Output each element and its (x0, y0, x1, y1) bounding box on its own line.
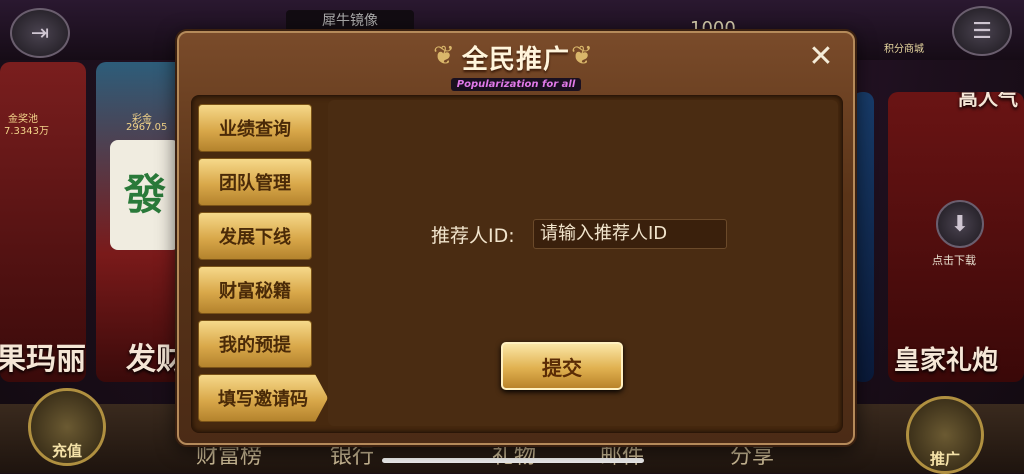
player-name: 犀牛镜像 (286, 10, 414, 32)
referrer-id-input[interactable] (533, 219, 727, 249)
submit-button[interactable]: 提交 (501, 342, 623, 390)
modal-subtitle-text: Popularization for all (450, 78, 582, 91)
promotion-modal: ❦ ❦ 全民推广 Popularization for all ✕ 业绩查询 团… (177, 31, 855, 445)
jackpot-value: 7.3343万 (4, 126, 49, 137)
recharge-label: 充值 (51, 442, 82, 460)
game-card-partial[interactable] (852, 92, 874, 382)
mahjong-tile-icon: 發 (110, 140, 180, 250)
hot-badge: 高人气 (958, 92, 1018, 110)
menu-enter-invite-code[interactable]: 填写邀请码 (198, 374, 328, 422)
home-indicator[interactable] (382, 458, 644, 463)
game-card-fruit-mary[interactable]: 金奖池 7.3343万 果玛丽 (0, 62, 86, 382)
game-title: 皇家礼炮 (894, 346, 999, 376)
menu-performance-query[interactable]: 业绩查询 (198, 104, 312, 152)
menu-team-management[interactable]: 团队管理 (198, 158, 312, 206)
recharge-button[interactable]: 充值 (28, 388, 106, 466)
modal-header: ❦ ❦ 全民推广 Popularization for all ✕ (179, 33, 853, 95)
referrer-id-label: 推荐人ID: (431, 225, 515, 247)
close-button[interactable]: ✕ (803, 39, 839, 75)
download-icon[interactable]: ⬇ (936, 200, 984, 248)
menu-develop-downline[interactable]: 发展下线 (198, 212, 312, 260)
game-title: 果玛丽 (0, 342, 86, 377)
modal-subtitle: Popularization for all (179, 72, 853, 91)
jackpot-value: 2967.05 (126, 122, 168, 133)
points-shop-label[interactable]: 积分商城 (884, 40, 924, 55)
download-label: 点击下载 (932, 254, 976, 267)
menu-my-withdrawal[interactable]: 我的预提 (198, 320, 312, 368)
promote-button[interactable]: 推广 (906, 396, 984, 474)
promote-label: 推广 (929, 450, 960, 468)
game-card-royal-salute[interactable]: 高人气 ⬇ 点击下载 皇家礼炮 (888, 92, 1024, 382)
modal-title: 全民推广 (461, 45, 570, 75)
menu-icon[interactable]: ☰ (952, 6, 1012, 56)
menu-wealth-guide[interactable]: 财富秘籍 (198, 266, 312, 314)
exit-icon[interactable]: ⇥ (10, 8, 70, 58)
